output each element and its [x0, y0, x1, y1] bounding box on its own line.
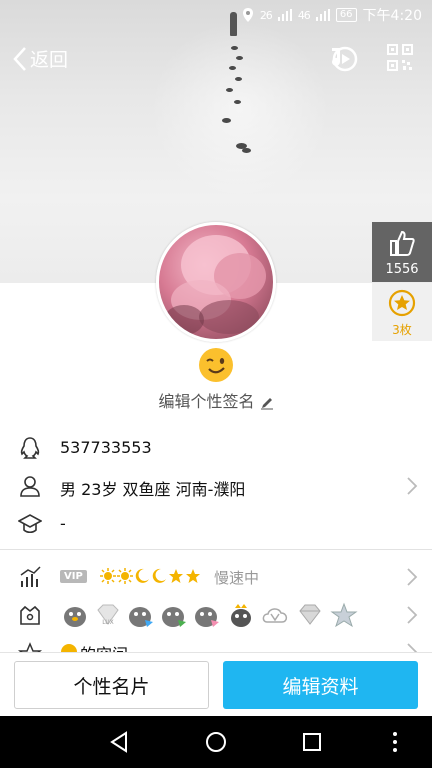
star-level-icon [186, 569, 200, 583]
like-count: 1556 [385, 262, 419, 277]
speed-status: 慢速中 [214, 569, 260, 587]
badge-box-icon [20, 605, 40, 625]
status-bar: 26 46 66 下午4:20 [0, 0, 432, 30]
diamond-badge-icon: LUX [97, 604, 119, 626]
back-triangle-icon[interactable] [108, 730, 130, 754]
profile-details: 男 23岁 双鱼座 河南-濮阳 [60, 480, 246, 499]
clock: 下午4:20 [362, 8, 422, 24]
gem-badge-icon [299, 604, 321, 625]
person-icon [20, 476, 40, 497]
penguin-green-badge-icon [162, 607, 186, 627]
moon-level-icon [135, 568, 149, 583]
signal-1: 26 [259, 8, 273, 22]
crown-penguin-badge-icon [231, 604, 251, 627]
section-divider [0, 549, 432, 550]
back-label: 返回 [30, 49, 69, 71]
medal-count: 3枚 [392, 323, 412, 337]
school-row: - [0, 509, 432, 539]
chevron-right-icon [407, 568, 418, 586]
star-badge-icon [330, 602, 358, 628]
vip-badge: VIP [60, 570, 87, 583]
svg-text:LUX: LUX [102, 619, 114, 626]
qq-number-row: 537733553 [0, 433, 432, 463]
sun-level-icon [117, 568, 133, 584]
signature-edit[interactable]: 编辑个性签名 [0, 388, 432, 412]
chevron-right-icon [407, 606, 418, 624]
home-circle-icon[interactable] [204, 730, 228, 754]
qq-number: 537733553 [60, 438, 152, 457]
like-button[interactable]: 1556 [372, 222, 432, 282]
recents-square-icon[interactable] [301, 730, 323, 754]
signal-bars-icon [277, 9, 292, 21]
bottom-action-bar: 个性名片 编辑资料 [0, 652, 432, 716]
music-icon[interactable] [328, 44, 360, 74]
level-chart-icon [20, 566, 41, 587]
profile-card-button[interactable]: 个性名片 [14, 661, 209, 709]
chevron-left-icon [13, 46, 26, 71]
thumbs-up-icon [390, 230, 415, 256]
penguin-pink-badge-icon [195, 607, 219, 627]
profile-screen: 26 46 66 下午4:20 返回 1556 3枚 编辑个性签名 537733… [0, 0, 432, 768]
back-button[interactable]: 返回 [12, 45, 68, 72]
school-value: - [60, 514, 66, 533]
signal-bars-icon [315, 9, 330, 21]
details-row[interactable]: 男 23岁 双鱼座 河南-濮阳 [0, 471, 432, 501]
pencil-icon [260, 397, 273, 409]
penguin-icon [20, 437, 40, 459]
qr-code-icon[interactable] [387, 44, 413, 72]
sun-level-icon [100, 568, 116, 584]
medal-button[interactable]: 3枚 [372, 283, 432, 341]
avatar[interactable] [156, 222, 276, 342]
battery-indicator: 66 [335, 8, 357, 22]
cloud-v-badge-icon [262, 608, 288, 623]
more-vertical-icon[interactable] [390, 730, 400, 754]
moon-level-icon [152, 568, 166, 583]
medal-star-icon [388, 289, 416, 317]
graduation-cap-icon [18, 514, 42, 534]
location-icon [242, 8, 253, 22]
chevron-right-icon [407, 477, 418, 495]
signal-2: 46 [297, 8, 311, 22]
star-level-icon [169, 569, 183, 583]
signature-text: 编辑个性签名 [158, 392, 255, 411]
edit-profile-button[interactable]: 编辑资料 [223, 661, 418, 709]
penguin-blue-badge-icon [129, 607, 153, 627]
gray-penguin-badge-icon [64, 607, 86, 627]
wink-emoji-icon [199, 348, 233, 382]
system-nav-bar [0, 716, 432, 768]
